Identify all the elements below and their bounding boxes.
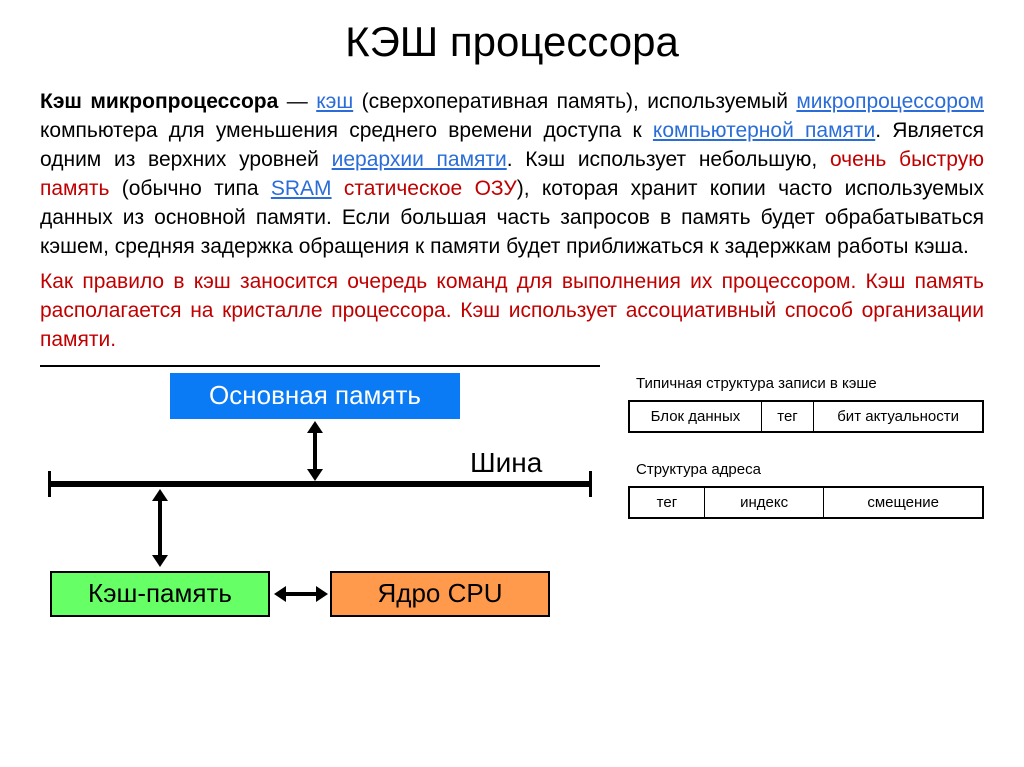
lead-term: Кэш микропроцессора	[40, 90, 278, 113]
link-sram[interactable]: SRAM	[271, 177, 332, 200]
cell-data-block: Блок данных	[629, 401, 761, 432]
box-cache-memory: Кэш-память	[50, 571, 270, 617]
bus-line	[48, 481, 592, 487]
cell-tag: тег	[761, 401, 813, 432]
link-cache[interactable]: кэш	[316, 90, 353, 113]
cell-addr-tag: тег	[629, 487, 704, 518]
bus-label: Шина	[470, 447, 542, 479]
paragraph-definition: Кэш микропроцессора — кэш (сверхоператив…	[40, 88, 984, 262]
cell-addr-offset: смещение	[824, 487, 983, 518]
slide-title: КЭШ процессора	[40, 18, 984, 66]
cell-addr-index: индекс	[704, 487, 824, 518]
cache-diagram: Основная память Шина Кэш-память Ядро CPU	[40, 365, 600, 645]
box-main-memory: Основная память	[170, 373, 460, 419]
link-microprocessor[interactable]: микропроцессором	[796, 90, 984, 113]
link-memory-hierarchy[interactable]: иерархии памяти	[332, 148, 507, 171]
cache-record-table: Блок данных тег бит актуальности	[628, 400, 984, 433]
cache-record-title: Типичная структура записи в кэше	[636, 375, 984, 392]
bus-end-right	[589, 471, 592, 497]
address-structure-table: тег индекс смещение	[628, 486, 984, 519]
bus-end-left	[48, 471, 51, 497]
link-computer-memory[interactable]: компьютерной памяти	[653, 119, 875, 142]
cell-valid-bit: бит актуальности	[814, 401, 983, 432]
paragraph-note: Как правило в кэш заносится очередь кома…	[40, 268, 984, 355]
tables-area: Типичная структура записи в кэше Блок да…	[628, 365, 984, 645]
sram-ru: статическое ОЗУ	[344, 177, 517, 200]
address-structure-title: Структура адреса	[636, 461, 984, 478]
box-cpu-core: Ядро CPU	[330, 571, 550, 617]
